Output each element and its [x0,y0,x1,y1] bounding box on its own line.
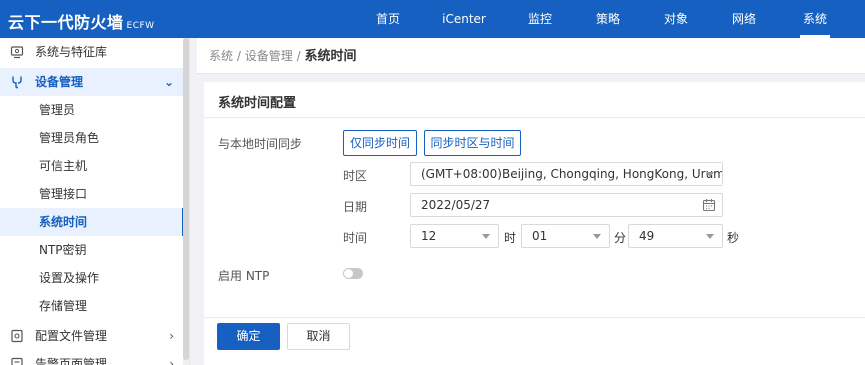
timezone-select[interactable]: (GMT+08:00)Beijing, Chongqing, HongKong,… [410,162,723,186]
sync-timezone-and-time-button[interactable]: 同步时区与时间 [424,130,521,156]
nav-policy[interactable]: 策略 [588,0,628,38]
nav-icenter[interactable]: iCenter [436,0,492,38]
sidebar-item-label: 管理员角色 [39,131,100,145]
hour-select[interactable]: 12 [410,224,499,248]
sidebar-item-admin-role[interactable]: 管理员角色 [0,124,184,152]
hour-value: 12 [421,229,437,243]
second-value: 49 [639,229,655,243]
dropdown-caret-icon [706,234,714,239]
sidebar-item-mgmt-interface[interactable]: 管理接口 [0,180,184,208]
app-title-text: 云下一代防火墙 [8,13,124,32]
timezone-label: 时区 [343,169,368,183]
sidebar-item-label: 管理员 [39,103,76,117]
sidebar-item-system-library[interactable]: 系统与特征库 [0,38,184,66]
sidebar-item-ntp-key[interactable]: NTP密钥 [0,236,184,264]
sidebar-item-label: 可信主机 [39,159,88,173]
minute-value: 01 [532,229,548,243]
config-file-icon [11,329,23,343]
sidebar-item-label: 管理接口 [39,187,88,201]
sidebar-item-settings-ops[interactable]: 设置及操作 [0,264,184,292]
chevron-right-icon: › [169,329,174,343]
sync-time-only-button[interactable]: 仅同步时间 [343,130,417,156]
sidebar-item-alert-page[interactable]: 告警页面管理 › [0,350,184,365]
sidebar-item-label: 存储管理 [39,299,88,313]
sidebar-item-config-file[interactable]: 配置文件管理 › [0,322,184,350]
dropdown-caret-icon [706,172,714,177]
alert-page-icon [11,357,23,365]
breadcrumb: 系统 / 设备管理 / 系统时间 [197,38,865,74]
sidebar-item-system-time[interactable]: 系统时间 [0,208,184,236]
minute-unit: 分 [614,231,627,245]
enable-ntp-label: 启用 NTP [218,269,270,283]
enable-ntp-toggle[interactable] [343,268,363,279]
date-label: 日期 [343,200,368,214]
nav-home[interactable]: 首页 [368,0,408,38]
sidebar-item-label: 告警页面管理 [35,357,108,365]
sync-local-label: 与本地时间同步 [218,137,303,151]
second-select[interactable]: 49 [628,224,723,248]
nav-network[interactable]: 网络 [724,0,764,38]
sidebar-item-storage[interactable]: 存储管理 [0,292,184,320]
sidebar-item-trusted-host[interactable]: 可信主机 [0,152,184,180]
breadcrumb-system[interactable]: 系统 [209,49,233,63]
breadcrumb-device-management[interactable]: 设备管理 [245,49,293,63]
panel-title: 系统时间配置 [218,96,297,111]
sidebar-item-label: 设备管理 [35,75,84,89]
divider [204,117,865,118]
toggle-knob [344,269,353,278]
system-time-panel: 系统时间配置 与本地时间同步 仅同步时间 同步时区与时间 时区 (GMT+08:… [204,82,865,365]
app-title: 云下一代防火墙 ECFW [8,9,155,33]
cancel-button[interactable]: 取消 [287,323,350,350]
date-value: 2022/05/27 [421,198,491,212]
nav-monitor[interactable]: 监控 [520,0,560,38]
sidebar-item-device-management[interactable]: 设备管理 ⌄ [0,68,184,96]
second-unit: 秒 [727,231,740,245]
sidebar-item-label: 系统与特征库 [35,45,108,59]
confirm-button[interactable]: 确定 [217,323,280,350]
minute-select[interactable]: 01 [521,224,610,248]
sidebar-item-label: 配置文件管理 [35,329,108,343]
nav-object[interactable]: 对象 [656,0,696,38]
timezone-value: (GMT+08:00)Beijing, Chongqing, HongKong,… [421,167,723,181]
breadcrumb-separator: / [236,49,241,63]
sidebar: 系统与特征库 设备管理 ⌄ 管理员 管理员角色 可信主机 管理接口 系统时间 N… [0,38,190,365]
time-label: 时间 [343,231,368,245]
top-bar: 云下一代防火墙 ECFW 首页 iCenter 监控 策略 对象 网络 系统 [0,0,865,38]
app-subtitle: ECFW [126,21,155,31]
hour-unit: 时 [504,231,517,245]
chevron-down-icon: ⌄ [163,75,174,89]
sidebar-scrollbar[interactable] [183,38,189,365]
sidebar-item-label: NTP密钥 [39,243,87,257]
dropdown-caret-icon [593,234,601,239]
date-input[interactable]: 2022/05/27 [410,193,723,217]
sidebar-item-label: 设置及操作 [39,271,100,285]
device-management-icon [12,76,22,89]
sidebar-item-admin[interactable]: 管理员 [0,96,184,124]
system-library-icon [10,46,24,59]
breadcrumb-current: 系统时间 [304,49,357,64]
chevron-right-icon: › [169,357,174,365]
divider [204,317,865,318]
nav-system[interactable]: 系统 [800,0,830,38]
breadcrumb-separator: / [296,49,301,63]
dropdown-caret-icon [482,234,490,239]
sidebar-item-label: 系统时间 [39,215,88,229]
sidebar-scrollbar-thumb[interactable] [183,38,189,360]
calendar-icon[interactable] [702,198,716,212]
